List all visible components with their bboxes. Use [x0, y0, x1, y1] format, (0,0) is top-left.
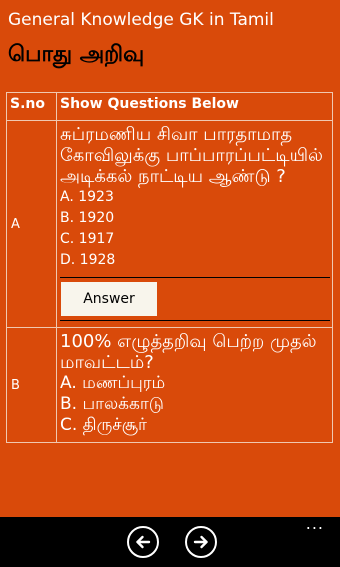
forward-button[interactable] [185, 526, 217, 558]
option-a: A. மணப்புரம் [60, 373, 166, 393]
page-header: பொது அறிவு [8, 42, 145, 67]
question-text: சுப்ரமணிய சிவா பாரதாமாத கோவிலுக்கு பாப்ப… [60, 124, 323, 187]
question-cell: 100% எழுத்தறிவு பெற்ற முதல் மாவட்டம்? A.… [56, 327, 333, 443]
answer-display [157, 282, 330, 316]
table-header-row: S.no Show Questions Below [6, 92, 333, 121]
option-d: D. 1928 [60, 252, 116, 268]
arrow-left-icon [136, 535, 151, 549]
option-c: C. திருச்சூர் [60, 415, 147, 435]
option-a: A. 1923 [60, 189, 114, 205]
table-row: B 100% எழுத்தறிவு பெற்ற முதல் மாவட்டம்? … [6, 327, 333, 443]
question-text: 100% எழுத்தறிவு பெற்ற முதல் மாவட்டம்? [60, 331, 317, 373]
arrow-right-icon [193, 535, 208, 549]
more-options-button[interactable]: ... [306, 516, 324, 532]
app-bar: ... [0, 516, 340, 567]
sno-cell: A [6, 120, 57, 328]
option-c: C. 1917 [60, 231, 115, 247]
answer-row: Answer [60, 277, 330, 321]
table-row: A சுப்ரமணிய சிவா பாரதாமாத கோவிலுக்கு பாப… [6, 120, 333, 328]
option-b: B. 1920 [60, 210, 115, 226]
back-button[interactable] [127, 526, 159, 558]
header-questions: Show Questions Below [56, 92, 333, 121]
header-sno: S.no [6, 92, 57, 121]
question-cell: சுப்ரமணிய சிவா பாரதாமாத கோவிலுக்கு பாப்ப… [56, 120, 333, 328]
app-title: General Knowledge GK in Tamil [8, 10, 274, 30]
questions-table: S.no Show Questions Below A சுப்ரமணிய சி… [6, 92, 333, 443]
option-b: B. பாலக்காடு [60, 394, 164, 414]
questions-grid[interactable]: S.no Show Questions Below A சுப்ரமணிய சி… [0, 86, 340, 567]
sno-cell: B [6, 327, 57, 443]
answer-button[interactable]: Answer [61, 282, 157, 316]
